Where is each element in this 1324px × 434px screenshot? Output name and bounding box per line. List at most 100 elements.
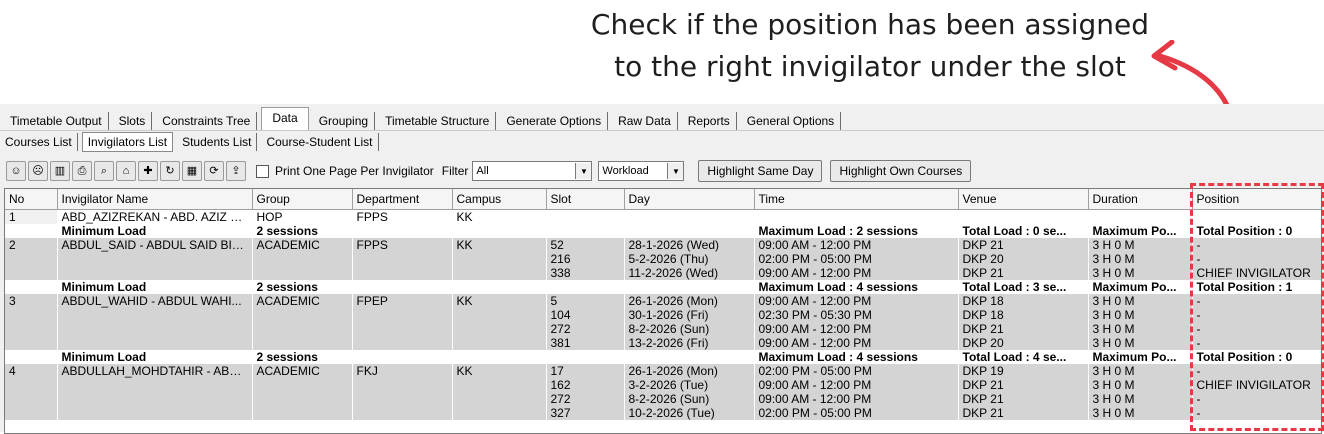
chevron-down-icon[interactable]: ▼	[575, 163, 592, 179]
column-header-venue[interactable]: Venue	[958, 189, 1089, 210]
tab-constraints-tree[interactable]: Constraints Tree	[156, 112, 258, 130]
cell-duration: 3 H 0 M	[1088, 364, 1193, 378]
cell-invigilator-name	[57, 406, 253, 420]
add-icon[interactable]: ✚	[138, 161, 158, 181]
chevron-down-icon[interactable]: ▼	[667, 163, 684, 179]
subtab-courses-list[interactable]: Courses List	[0, 133, 78, 151]
column-header-slot[interactable]: Slot	[546, 189, 625, 210]
print-icon[interactable]: ⎙	[72, 161, 92, 181]
subtab-invigilators-list[interactable]: Invigilators List	[81, 132, 174, 152]
table-icon[interactable]: ▦	[182, 161, 202, 181]
table-row[interactable]: 4 ABDULLAH_MOHDTAHIR - ABD... ACADEMIC FKJ K…	[5, 364, 1321, 378]
print-preview-icon[interactable]: ⌕	[94, 161, 114, 181]
subtab-students-list[interactable]: Students List	[177, 133, 258, 151]
sub-tabs: Courses List Invigilators List Students Li…	[0, 130, 1324, 153]
highlight-same-day-button[interactable]: Highlight Same Day	[698, 160, 823, 182]
cell-department	[352, 252, 453, 266]
cell-slot: 216	[546, 252, 625, 266]
cell-campus	[452, 252, 547, 266]
open-icon[interactable]: ⌂	[116, 161, 136, 181]
column-header-invigilator-name[interactable]: Invigilator Name	[57, 189, 253, 210]
sort-select[interactable]: Workload ▼	[598, 161, 685, 181]
tab-timetable-structure[interactable]: Timetable Structure	[379, 112, 497, 130]
cell-department	[352, 280, 453, 294]
cell-group	[252, 308, 353, 322]
cell-campus	[452, 322, 547, 336]
summary-row[interactable]: Minimum Load 2 sessions Maximum Load : 4 s…	[5, 280, 1321, 294]
column-header-campus[interactable]: Campus	[452, 189, 547, 210]
cell-duration: 3 H 0 M	[1088, 252, 1193, 266]
toolbar: ☺ ☹ ▥ ⎙ ⌕ ⌂ ✚ ↻ ▦ ⟳ ⇪ Print One Page Per Invigilat…	[6, 158, 972, 184]
table-row[interactable]: 2 ABDUL_SAID - ABDUL SAID BIN... ACADEMIC F…	[5, 238, 1321, 252]
column-header-department[interactable]: Department	[352, 189, 453, 210]
cell-department	[352, 322, 453, 336]
cell-invigilator-name	[57, 308, 253, 322]
tab-general-options[interactable]: General Options	[741, 112, 842, 130]
cell-time: 09:00 AM - 12:00 PM	[754, 378, 959, 392]
cell-slot	[546, 209, 625, 224]
column-header-group[interactable]: Group	[252, 189, 353, 210]
tab-slots[interactable]: Slots	[113, 112, 153, 130]
table-row[interactable]: 162 3-2-2026 (Tue) 09:00 AM - 12:00 PM DKP …	[5, 378, 1321, 392]
cell-duration: Maximum Po...	[1088, 224, 1193, 238]
summary-row[interactable]: Minimum Load 2 sessions Maximum Load : 2 s…	[5, 224, 1321, 238]
table-row[interactable]: 1 ABD_AZIZREKAN - ABD. AZIZ B... HOP FPPS KK	[5, 209, 1321, 224]
table-row[interactable]: 104 30-1-2026 (Fri) 02:30 PM - 05:30 PM DKP…	[5, 308, 1321, 322]
cell-day: 10-2-2026 (Tue)	[624, 406, 755, 420]
remove-person-icon[interactable]: ☹	[28, 161, 48, 181]
bin-icon[interactable]: ▥	[50, 161, 70, 181]
cell-duration: 3 H 0 M	[1088, 308, 1193, 322]
cell-no: 1	[5, 209, 58, 224]
cell-time: 09:00 AM - 12:00 PM	[754, 266, 959, 280]
cell-no	[5, 308, 58, 322]
column-header-no[interactable]: No	[5, 189, 58, 210]
print-one-page-checkbox[interactable]	[256, 164, 269, 178]
table-row[interactable]: 216 5-2-2026 (Thu) 02:00 PM - 05:00 PM DKP …	[5, 252, 1321, 266]
cell-venue: DKP 21	[958, 266, 1089, 280]
cell-group: HOP	[252, 209, 353, 224]
tab-data[interactable]: Data	[261, 107, 309, 130]
column-header-time[interactable]: Time	[754, 189, 959, 210]
tab-timetable-output[interactable]: Timetable Output	[4, 112, 109, 130]
cell-no	[5, 392, 58, 406]
cell-campus: KK	[452, 364, 547, 378]
tab-reports[interactable]: Reports	[682, 112, 737, 130]
cell-day: 30-1-2026 (Fri)	[624, 308, 755, 322]
table-row[interactable]: 272 8-2-2026 (Sun) 09:00 AM - 12:00 PM DKP …	[5, 392, 1321, 406]
cell-department: FKJ	[352, 364, 453, 378]
cell-campus: KK	[452, 238, 547, 252]
add-person-icon[interactable]: ☺	[6, 161, 26, 181]
cell-venue: DKP 21	[958, 238, 1089, 252]
cell-campus: KK	[452, 294, 547, 308]
cell-venue: Total Load : 4 se...	[958, 350, 1089, 364]
cell-invigilator-name	[57, 336, 253, 350]
cell-department: FPPS	[352, 238, 453, 252]
refresh-icon[interactable]: ↻	[160, 161, 180, 181]
table-row[interactable]: 327 10-2-2026 (Tue) 02:00 PM - 05:00 PM DKP…	[5, 406, 1321, 420]
table-row[interactable]: 3 ABDUL_WAHID - ABDUL WAHI... ACADEMIC FPEP…	[5, 294, 1321, 308]
subtab-course-student-list[interactable]: Course-Student List	[261, 133, 379, 151]
summary-row[interactable]: Minimum Load 2 sessions Maximum Load : 4 s…	[5, 350, 1321, 364]
cell-duration: 3 H 0 M	[1088, 336, 1193, 350]
cell-day: 8-2-2026 (Sun)	[624, 392, 755, 406]
filter-select[interactable]: All ▼	[472, 161, 593, 181]
cell-campus	[452, 266, 547, 280]
table-row[interactable]: 381 13-2-2026 (Fri) 09:00 AM - 12:00 PM DKP…	[5, 336, 1321, 350]
table-row[interactable]: 272 8-2-2026 (Sun) 09:00 AM - 12:00 PM DKP …	[5, 322, 1321, 336]
invigilators-grid[interactable]: No Invigilator Name Group Department Campus S…	[4, 188, 1322, 434]
sync-icon[interactable]: ⟳	[204, 161, 224, 181]
column-header-day[interactable]: Day	[624, 189, 755, 210]
highlight-own-courses-button[interactable]: Highlight Own Courses	[830, 160, 972, 182]
cell-no: 4	[5, 364, 58, 378]
tab-generate-options[interactable]: Generate Options	[500, 112, 609, 130]
export-icon[interactable]: ⇪	[226, 161, 246, 181]
column-header-duration[interactable]: Duration	[1088, 189, 1193, 210]
tab-raw-data[interactable]: Raw Data	[612, 112, 678, 130]
cell-invigilator-name: ABD_AZIZREKAN - ABD. AZIZ B...	[57, 209, 253, 224]
cell-department	[352, 392, 453, 406]
tab-grouping[interactable]: Grouping	[313, 112, 376, 130]
cell-no	[5, 378, 58, 392]
cell-venue: Total Load : 0 se...	[958, 224, 1089, 238]
table-row[interactable]: 338 11-2-2026 (Wed) 09:00 AM - 12:00 PM DKP…	[5, 266, 1321, 280]
cell-campus	[452, 378, 547, 392]
